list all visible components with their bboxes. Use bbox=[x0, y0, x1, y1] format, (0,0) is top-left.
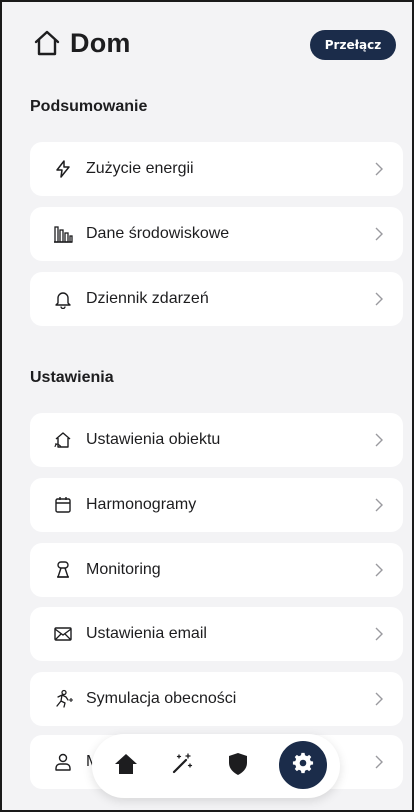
menu-item-schedules[interactable]: Harmonogramy bbox=[30, 478, 403, 532]
menu-item-label: Dziennik zdarzeń bbox=[86, 290, 209, 307]
chevron-right-icon bbox=[373, 755, 385, 769]
chevron-right-icon bbox=[373, 627, 385, 641]
shield-icon bbox=[227, 752, 249, 781]
mail-icon bbox=[52, 623, 74, 645]
menu-item-email-settings[interactable]: Ustawienia email bbox=[30, 607, 403, 661]
nav-settings[interactable] bbox=[276, 738, 330, 792]
bar-chart-icon bbox=[52, 223, 74, 245]
home-icon bbox=[32, 28, 62, 58]
menu-item-environmental[interactable]: Dane środowiskowe bbox=[30, 207, 403, 261]
home-filled-icon bbox=[114, 753, 138, 780]
chevron-right-icon bbox=[373, 563, 385, 577]
menu-item-presence-simulation[interactable]: Symulacja obecności bbox=[30, 672, 403, 726]
menu-item-label: Ustawienia obiektu bbox=[86, 431, 221, 448]
menu-item-label: Monitoring bbox=[86, 561, 161, 578]
user-icon bbox=[52, 751, 74, 773]
chevron-right-icon bbox=[373, 498, 385, 512]
menu-item-event-log[interactable]: Dziennik zdarzeń bbox=[30, 272, 403, 326]
menu-item-energy[interactable]: Zużycie energii bbox=[30, 142, 403, 196]
switch-button[interactable]: Przełącz bbox=[310, 30, 396, 60]
page-title: Dom bbox=[70, 28, 131, 58]
chevron-right-icon bbox=[373, 292, 385, 306]
chevron-right-icon bbox=[373, 162, 385, 176]
gear-icon bbox=[292, 752, 314, 779]
menu-item-label: Harmonogramy bbox=[86, 496, 197, 513]
bell-icon bbox=[52, 288, 74, 310]
app-screen: Dom Przełącz Podsumowanie Zużycie energi… bbox=[0, 0, 414, 812]
nav-security[interactable] bbox=[220, 748, 256, 784]
chevron-right-icon bbox=[373, 692, 385, 706]
menu-item-monitoring[interactable]: Monitoring bbox=[30, 543, 403, 597]
menu-item-label: Dane środowiskowe bbox=[86, 225, 230, 242]
menu-item-label: Ustawienia email bbox=[86, 625, 207, 642]
header: Dom Przełącz bbox=[2, 2, 412, 86]
menu-item-property-settings[interactable]: Ustawienia obiektu bbox=[30, 413, 403, 467]
menu-item-label: Zużycie energii bbox=[86, 160, 194, 177]
section-title-settings: Ustawienia bbox=[30, 369, 114, 386]
bottom-nav bbox=[92, 734, 340, 798]
chevron-right-icon bbox=[373, 227, 385, 241]
running-person-icon bbox=[52, 688, 74, 710]
nav-home[interactable] bbox=[108, 748, 144, 784]
monitoring-icon bbox=[52, 559, 74, 581]
calendar-icon bbox=[52, 494, 74, 516]
magic-wand-icon bbox=[170, 752, 194, 781]
menu-item-label: Symulacja obecności bbox=[86, 690, 237, 707]
chevron-right-icon bbox=[373, 433, 385, 447]
home-settings-icon bbox=[52, 429, 74, 451]
lightning-icon bbox=[52, 158, 74, 180]
section-title-summary: Podsumowanie bbox=[30, 98, 148, 115]
nav-scenes[interactable] bbox=[164, 748, 200, 784]
